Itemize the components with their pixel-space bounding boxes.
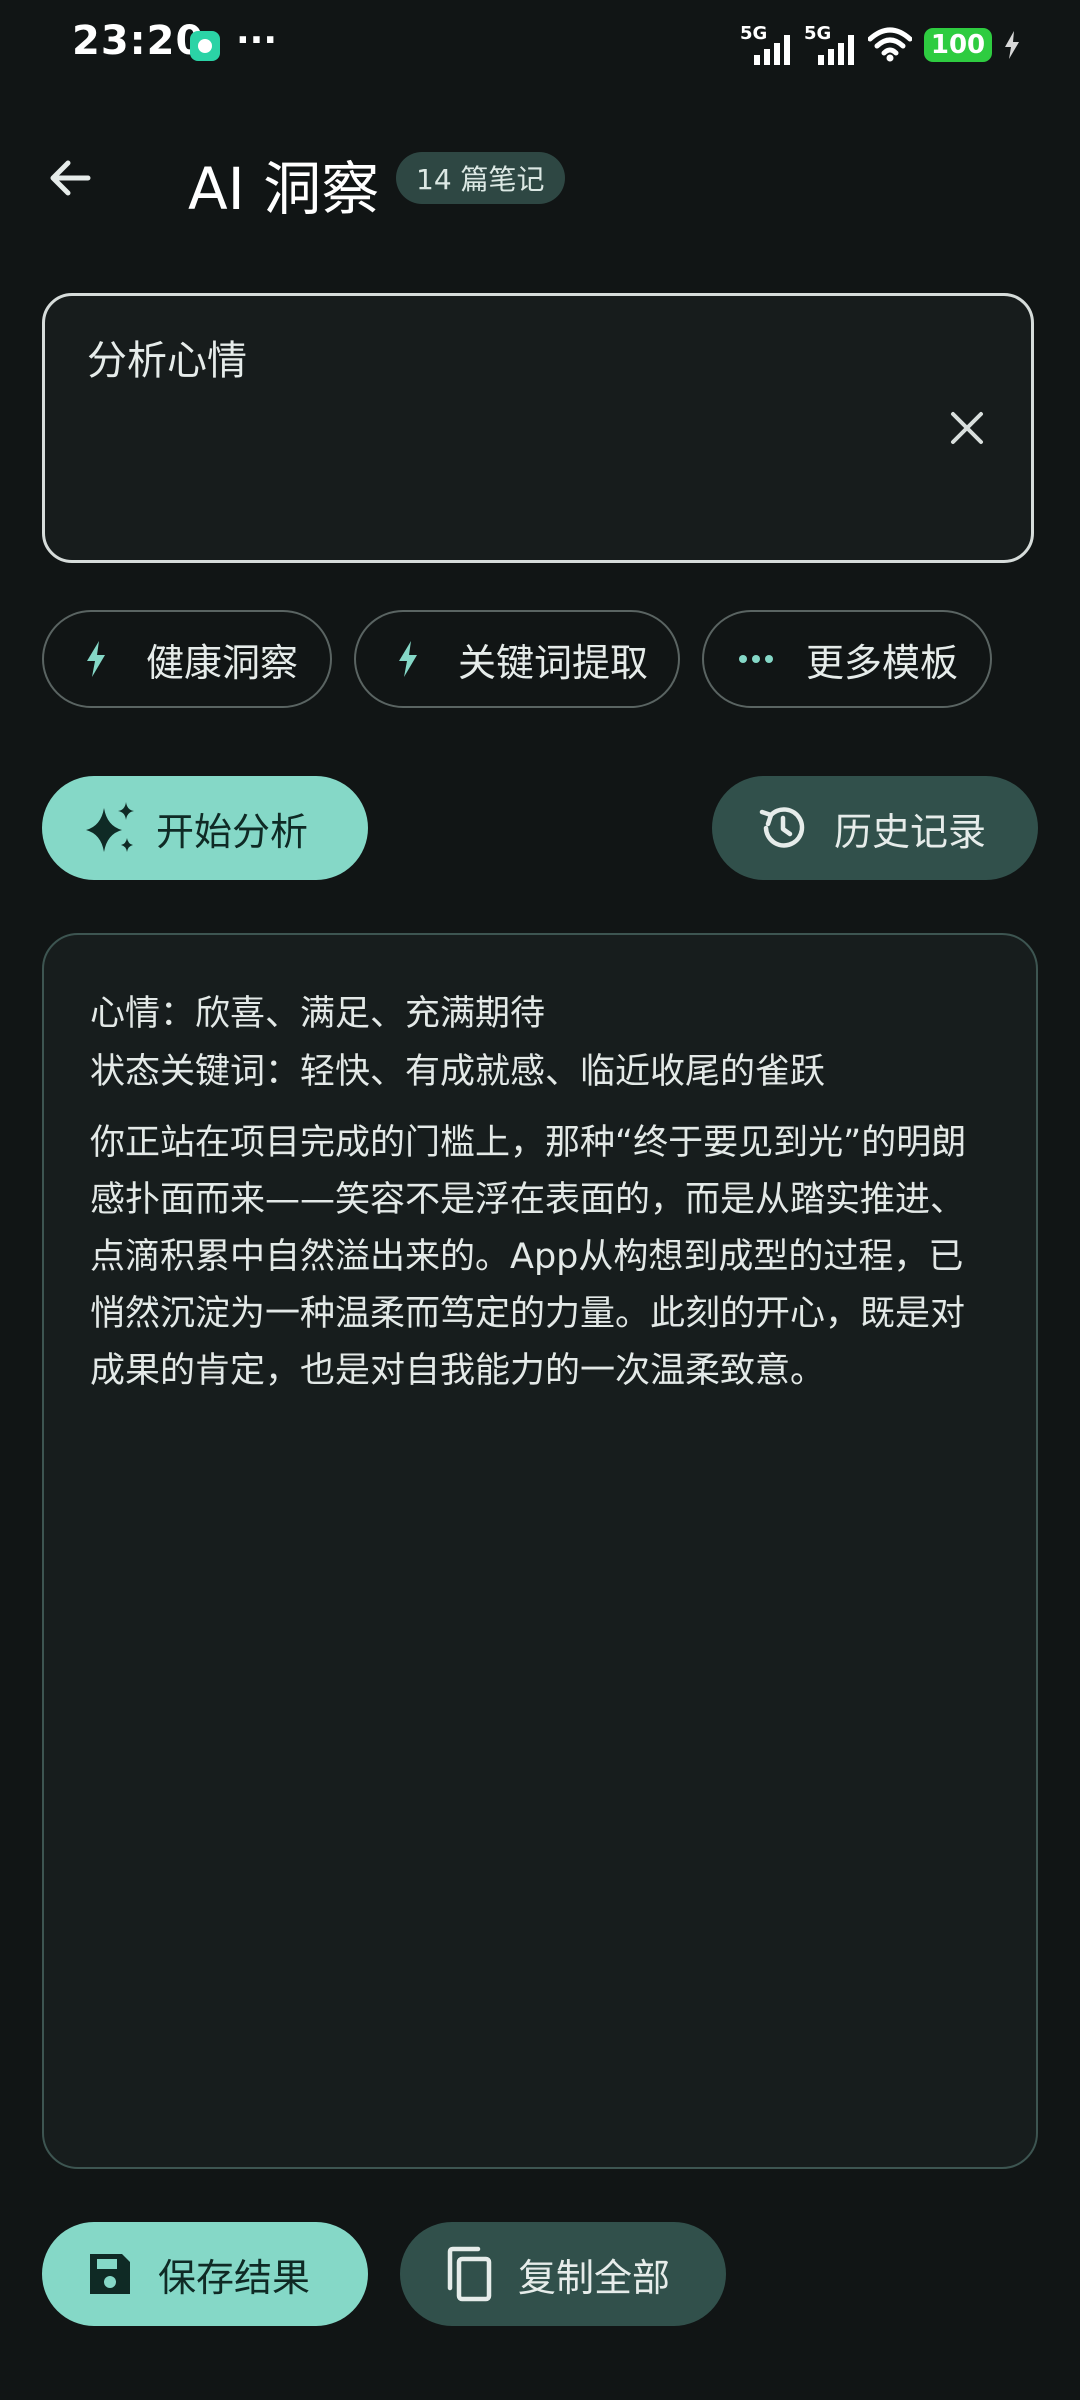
back-arrow-icon[interactable] — [40, 148, 100, 208]
signal-icon: 5G — [740, 23, 792, 67]
keywords-line: 状态关键词：轻快、有成就感、临近收尾的雀跃 — [90, 1052, 826, 1092]
app-bar: AI 洞察 14 篇笔记 — [0, 120, 1080, 236]
battery-icon: 100 — [924, 28, 992, 62]
page-title: AI 洞察 — [188, 155, 380, 223]
signal-icon: 5G — [804, 23, 856, 67]
copy-all-label: 复制全部 — [518, 2255, 671, 2300]
start-analysis-button[interactable]: 开始分析 — [42, 776, 368, 880]
insight-paragraph: 你正站在项目完成的门槛上，那种“终于要见到光”的明朗感扑面而来——笑容不是浮在表… — [90, 1123, 967, 1391]
sparkles-icon — [86, 802, 134, 852]
close-icon[interactable] — [943, 404, 991, 452]
chip-keyword-extraction[interactable]: 关键词提取 — [354, 610, 680, 708]
prompt-input[interactable] — [87, 334, 907, 380]
copy-icon — [447, 2246, 492, 2302]
chip-label: 关键词提取 — [458, 640, 649, 685]
chip-label: 健康洞察 — [146, 640, 299, 685]
wifi-icon — [868, 27, 912, 62]
history-button[interactable]: 历史记录 — [712, 776, 1038, 880]
start-analysis-label: 开始分析 — [156, 809, 309, 854]
more-horizontal-icon — [738, 639, 774, 679]
note-count-badge: 14 篇笔记 — [396, 152, 565, 204]
status-bar: 23:20 ··· 5G 5G 100 — [0, 0, 1080, 90]
save-result-label: 保存结果 — [158, 2255, 311, 2300]
bolt-icon — [390, 639, 426, 679]
chip-more-templates[interactable]: 更多模板 — [702, 610, 992, 708]
copy-all-button[interactable]: 复制全部 — [400, 2222, 726, 2326]
chip-health-insight[interactable]: 健康洞察 — [42, 610, 332, 708]
mood-line: 心情：欣喜、满足、充满期待 — [90, 994, 546, 1034]
chip-label: 更多模板 — [806, 640, 959, 685]
status-time: 23:20 — [72, 18, 205, 64]
save-icon — [90, 2254, 130, 2294]
save-result-button[interactable]: 保存结果 — [42, 2222, 368, 2326]
more-notifications-icon: ··· — [236, 20, 278, 61]
history-icon — [759, 807, 805, 848]
history-label: 历史记录 — [834, 809, 987, 854]
status-indicators: 5G 5G 100 — [740, 22, 1020, 68]
prompt-field[interactable] — [42, 293, 1034, 563]
bolt-icon — [78, 639, 114, 679]
app-notification-icon — [190, 31, 220, 61]
analysis-result-card: 心情：欣喜、满足、充满期待 状态关键词：轻快、有成就感、临近收尾的雀跃 你正站在… — [42, 933, 1038, 2169]
charging-icon — [1005, 31, 1019, 59]
